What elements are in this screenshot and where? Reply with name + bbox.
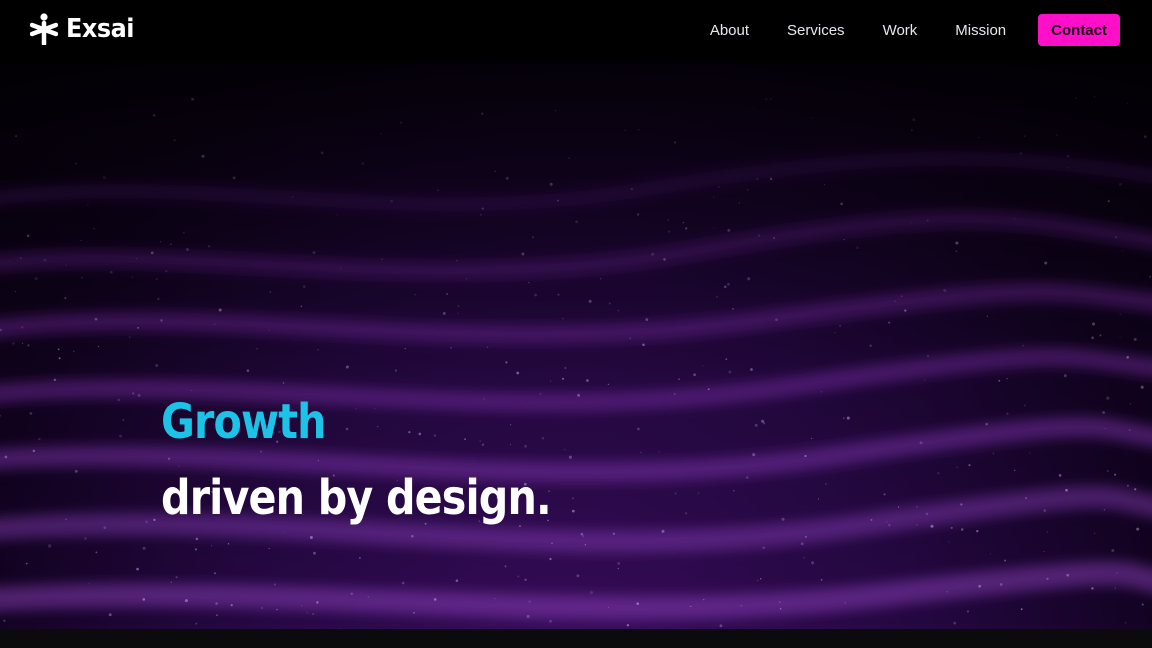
contact-button[interactable]: Contact	[1038, 14, 1120, 46]
nav-link-about[interactable]: About	[710, 22, 749, 39]
brand-logo[interactable]: Exsai	[30, 13, 140, 45]
hero-section	[0, 0, 1152, 629]
hero-headline: Growth driven by design.	[161, 393, 614, 527]
nav-link-work[interactable]: Work	[883, 22, 918, 39]
main-nav: About Services Work Mission Contact	[710, 14, 1120, 46]
bottom-strip	[0, 629, 1152, 648]
nav-link-mission[interactable]: Mission	[955, 22, 1006, 39]
asterisk-figure-icon	[30, 13, 58, 45]
top-navbar: Exsai About Services Work Mission Contac…	[0, 0, 1152, 64]
landing-page: Exsai About Services Work Mission Contac…	[0, 0, 1152, 648]
headline-main-text: driven by design.	[161, 470, 552, 526]
brand-name: Exsai	[66, 14, 135, 44]
nav-link-services[interactable]: Services	[787, 22, 845, 39]
headline-accent-text: Growth	[161, 394, 327, 450]
particle-waves-background	[0, 0, 1152, 629]
